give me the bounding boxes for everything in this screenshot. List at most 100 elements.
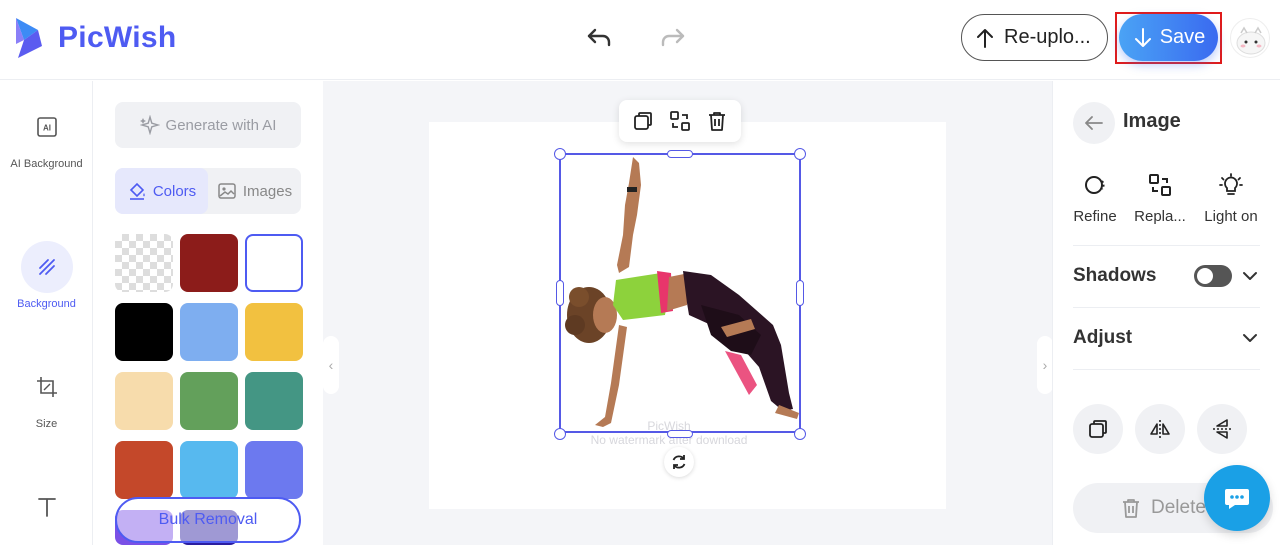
resize-handle-top[interactable]: [667, 150, 693, 158]
arrow-left-icon: [1085, 116, 1103, 130]
tab-images-label: Images: [242, 182, 293, 200]
swatch-white[interactable]: [245, 234, 303, 292]
duplicate-button[interactable]: [1073, 404, 1123, 454]
shadows-label: Shadows: [1073, 265, 1157, 286]
redo-icon[interactable]: [658, 22, 688, 52]
resize-handle-bottom-right[interactable]: [794, 428, 806, 440]
resize-handle-bottom-left[interactable]: [554, 428, 566, 440]
generate-label: Generate with AI: [165, 116, 277, 134]
resize-handle-top-right[interactable]: [794, 148, 806, 160]
download-arrow-icon: [1134, 27, 1151, 47]
shadows-row[interactable]: Shadows: [1073, 262, 1260, 290]
upload-arrow-icon: [977, 28, 993, 48]
tab-colors-label: Colors: [152, 182, 197, 200]
swatch-light-blue[interactable]: [180, 303, 238, 361]
tab-images[interactable]: Images: [208, 168, 301, 214]
swatch-dark-red[interactable]: [180, 234, 238, 292]
selection-box[interactable]: [559, 153, 801, 433]
delete-label: Delete: [1151, 497, 1206, 518]
collapse-right-panel-button[interactable]: ›: [1037, 336, 1053, 394]
refine-tool[interactable]: Refine: [1059, 172, 1131, 225]
light-on-label: Light on: [1204, 208, 1258, 225]
rotate-button[interactable]: [664, 447, 694, 477]
resize-handle-right[interactable]: [796, 280, 804, 306]
back-button[interactable]: [1073, 102, 1115, 144]
swatch-black[interactable]: [115, 303, 173, 361]
resize-handle-left[interactable]: [556, 280, 564, 306]
trash-icon[interactable]: [705, 109, 729, 133]
replace-icon: [1149, 174, 1171, 196]
swatch-teal[interactable]: [245, 372, 303, 430]
flip-horizontal-icon: [1150, 420, 1170, 438]
flip-vertical-button[interactable]: [1197, 404, 1247, 454]
chat-bubble-icon: [1225, 489, 1249, 509]
divider: [1073, 369, 1260, 370]
reupload-label: Re-uplo...: [1004, 26, 1091, 48]
logo[interactable]: PicWish: [12, 14, 176, 62]
duplicate-icon: [1089, 420, 1107, 438]
background-icon: [38, 259, 55, 275]
panel-tabs: Colors Images: [115, 168, 301, 214]
svg-text:AI: AI: [43, 124, 51, 133]
save-label: Save: [1159, 26, 1206, 48]
chevron-right-icon: ›: [1042, 357, 1048, 373]
reupload-button[interactable]: Re-uplo...: [961, 14, 1108, 61]
logo-text: PicWish: [58, 21, 177, 54]
nav-size[interactable]: Size: [0, 361, 93, 432]
adjust-row[interactable]: Adjust: [1073, 324, 1260, 352]
swatch-yellow[interactable]: [245, 303, 303, 361]
light-on-tool[interactable]: Light on: [1195, 172, 1267, 225]
adjust-label: Adjust: [1073, 327, 1133, 348]
canvas-area: ‹ › PicWish No watermark after download: [323, 81, 1053, 545]
background-panel: Generate with AI Colors Images Bulk Remo…: [94, 81, 323, 545]
avatar-icon: [1236, 26, 1266, 55]
sparkle-icon: [139, 115, 160, 135]
avatar[interactable]: [1230, 18, 1270, 58]
collapse-left-panel-button[interactable]: ‹: [323, 336, 339, 394]
replace-tool[interactable]: Repla...: [1124, 172, 1196, 225]
rotate-icon: [672, 455, 686, 469]
resize-handle-bottom[interactable]: [667, 430, 693, 438]
top-bar: PicWish Re-uplo... Save: [0, 0, 1280, 80]
save-button[interactable]: Save: [1119, 14, 1218, 61]
crop-icon: [36, 377, 57, 397]
floating-toolbar: [619, 100, 741, 142]
swatch-periwinkle[interactable]: [245, 441, 303, 499]
swatch-beige[interactable]: [115, 372, 173, 430]
nav-text[interactable]: [0, 481, 93, 533]
replace-icon[interactable]: [668, 109, 692, 133]
undo-icon[interactable]: [584, 22, 614, 52]
panel-title: Image: [1123, 110, 1181, 132]
trash-icon: [1123, 499, 1139, 518]
text-icon: [37, 498, 56, 517]
resize-handle-top-left[interactable]: [554, 148, 566, 160]
chevron-down-icon[interactable]: [1240, 266, 1260, 286]
swatch-sky-blue[interactable]: [180, 441, 238, 499]
chevron-left-icon: ‹: [328, 357, 334, 373]
nav-background[interactable]: Background: [0, 241, 93, 312]
nav-background-label: Background: [17, 298, 76, 310]
lightbulb-icon: [1219, 173, 1243, 195]
replace-label: Repla...: [1134, 208, 1186, 225]
swatch-green[interactable]: [180, 372, 238, 430]
tab-colors[interactable]: Colors: [115, 168, 208, 214]
nav-size-label: Size: [35, 418, 58, 430]
nav-ai-background[interactable]: AI AI Background: [0, 101, 93, 172]
flip-vertical-icon: [1213, 419, 1231, 439]
nav-ai-background-label: AI Background: [10, 158, 83, 170]
chevron-down-icon[interactable]: [1240, 328, 1260, 348]
shadows-toggle[interactable]: [1194, 265, 1232, 287]
bulk-removal-button[interactable]: Bulk Removal: [115, 497, 301, 543]
left-nav: AI AI Background Background Size: [0, 81, 93, 545]
ai-background-icon: AI: [36, 117, 57, 137]
swatch-transparent[interactable]: [115, 234, 173, 292]
flip-horizontal-button[interactable]: [1135, 404, 1185, 454]
divider: [1073, 245, 1260, 246]
swatch-orange-red[interactable]: [115, 441, 173, 499]
generate-with-ai-button[interactable]: Generate with AI: [115, 102, 301, 148]
image-icon: [218, 183, 236, 199]
duplicate-icon[interactable]: [631, 109, 655, 133]
picwish-logo-icon: [16, 18, 42, 58]
chat-support-button[interactable]: [1204, 465, 1270, 531]
paint-bucket-icon: [129, 182, 145, 200]
